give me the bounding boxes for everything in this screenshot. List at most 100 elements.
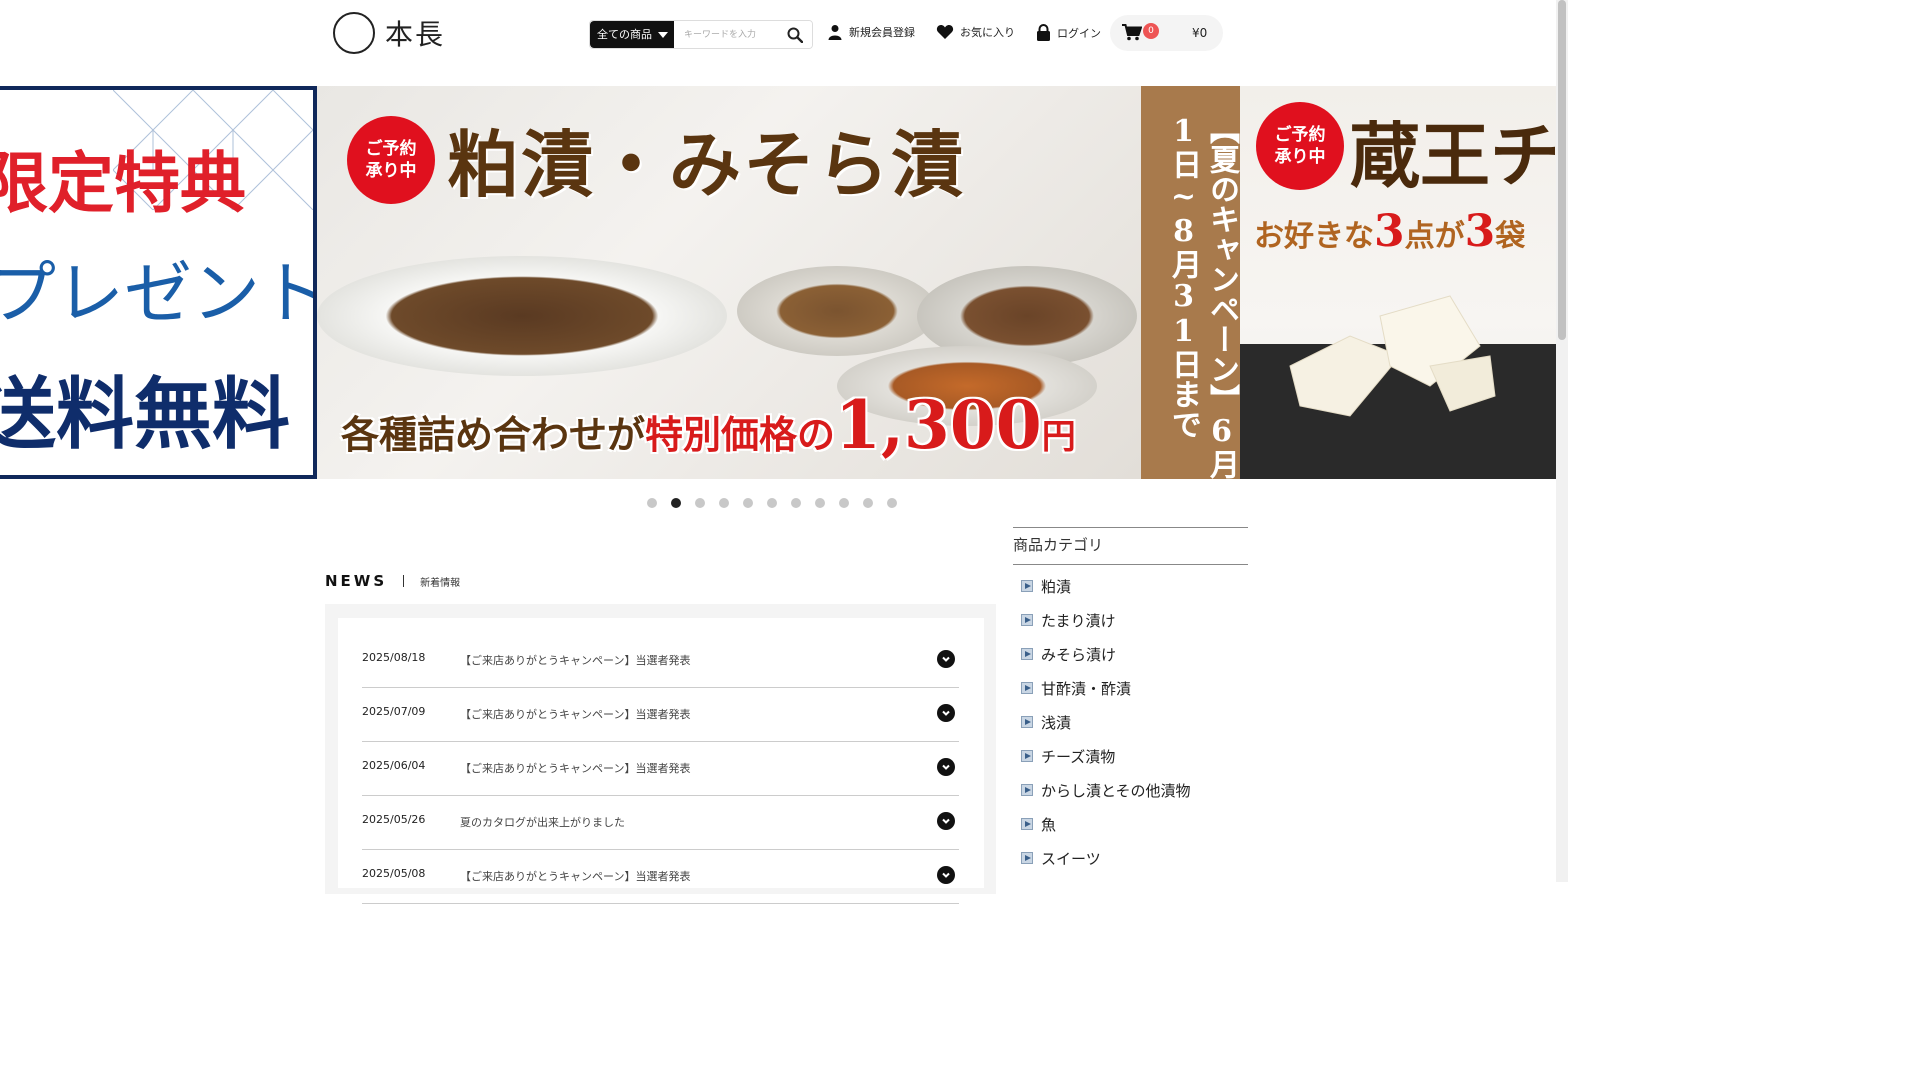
carousel-pagination: [647, 498, 897, 508]
category-label: 魚: [1041, 815, 1057, 834]
category-item[interactable]: 浅漬: [1013, 705, 1248, 739]
chevron-down-icon[interactable]: [937, 812, 955, 830]
food-plate-large: [317, 256, 727, 376]
carousel-dot[interactable]: [671, 498, 681, 508]
slide-kasuzuke[interactable]: ご予約 承り中 粕漬・みそら漬 各種詰め合わせが特別価格の1,300円: [317, 86, 1141, 479]
news-item[interactable]: 2025/07/09 【ご来店ありがとうキャンペーン】当選者発表: [362, 688, 959, 742]
slide-main-title: 粕漬・みそら漬: [447, 122, 966, 207]
news-date: 2025/08/18: [362, 651, 426, 664]
price-unit: 円: [1041, 417, 1076, 457]
search-category-label: 全ての商品: [597, 28, 652, 41]
slide-right-title: 蔵王チ: [1350, 114, 1556, 197]
category-label: 粕漬: [1041, 577, 1072, 596]
cart-icon: [1122, 24, 1142, 41]
category-label: チーズ漬物: [1041, 747, 1116, 766]
carousel-dot[interactable]: [719, 498, 729, 508]
category-item[interactable]: スイーツ: [1013, 841, 1248, 875]
category-item[interactable]: 魚: [1013, 807, 1248, 841]
summer-campaign-banner: 【夏のキャンペーン】6月1日~8月31日まで: [1141, 86, 1240, 479]
chevron-down-icon[interactable]: [937, 866, 955, 884]
play-arrow-icon: [1021, 614, 1033, 626]
slide-right-subtitle: お好きな3点が3袋: [1254, 206, 1525, 257]
play-arrow-icon: [1021, 682, 1033, 694]
user-icon: [828, 25, 842, 40]
favorites-link[interactable]: お気に入り: [936, 24, 1015, 40]
heart-icon: [936, 25, 954, 39]
lock-icon: [1037, 24, 1050, 41]
news-subtitle: 新着情報: [420, 577, 461, 589]
chevron-down-icon[interactable]: [937, 704, 955, 722]
slide-gift-campaign[interactable]: 限定特典 プレゼント 送料無料: [0, 86, 317, 479]
play-arrow-icon: [1021, 580, 1033, 592]
carousel-dot[interactable]: [767, 498, 777, 508]
chevron-down-icon[interactable]: [937, 758, 955, 776]
hero-carousel[interactable]: 限定特典 プレゼント 送料無料 ご予約 承り中 粕漬・みそら漬 各種詰め合わせが…: [0, 86, 1556, 479]
play-arrow-icon: [1021, 818, 1033, 830]
news-item[interactable]: 2025/06/04 【ご来店ありがとうキャンペーン】当選者発表: [362, 742, 959, 796]
carousel-dot[interactable]: [791, 498, 801, 508]
food-plate-small-1: [737, 266, 937, 356]
news-text: 【ご来店ありがとうキャンペーン】当選者発表: [460, 870, 691, 883]
search-icon: [787, 27, 803, 43]
news-item[interactable]: 2025/05/26 夏のカタログが出来上がりました: [362, 796, 959, 850]
play-arrow-icon: [1021, 750, 1033, 762]
news-date: 2025/05/08: [362, 867, 426, 880]
subtitle-c: 点が: [1404, 219, 1465, 254]
news-date: 2025/06/04: [362, 759, 426, 772]
site-header: 本長 全ての商品 新規会員登録 お気に入り ログイ: [0, 0, 1556, 86]
category-item[interactable]: たまり漬け: [1013, 603, 1248, 637]
carousel-dot[interactable]: [815, 498, 825, 508]
play-arrow-icon: [1021, 784, 1033, 796]
search-category-select[interactable]: 全ての商品: [590, 21, 674, 48]
subtitle-d: 3: [1464, 206, 1496, 257]
reservation-badge-right: ご予約 承り中: [1256, 102, 1344, 190]
news-title: NEWS: [325, 572, 388, 590]
category-label: 甘酢漬・酢漬: [1041, 679, 1132, 698]
register-label: 新規会員登録: [849, 26, 915, 39]
login-link[interactable]: ログイン: [1036, 24, 1101, 41]
scrollbar-thumb[interactable]: [1558, 0, 1566, 340]
carousel-dot[interactable]: [839, 498, 849, 508]
register-link[interactable]: 新規会員登録: [827, 24, 915, 40]
category-label: からし漬とその他漬物: [1041, 781, 1191, 800]
logo-text: 本長: [385, 18, 446, 51]
badge-line1: ご予約: [365, 139, 417, 159]
price-value: 1,300: [835, 386, 1042, 464]
slide-zao-cheese[interactable]: ご予約 承り中 蔵王チ お好きな3点が3袋: [1240, 86, 1556, 479]
news-text: 【ご来店ありがとうキャンペーン】当選者発表: [460, 762, 691, 775]
play-arrow-icon: [1021, 716, 1033, 728]
carousel-dot[interactable]: [863, 498, 873, 508]
site-logo[interactable]: 本長: [333, 12, 445, 54]
carousel-dot[interactable]: [887, 498, 897, 508]
category-label: みそら漬け: [1041, 645, 1117, 664]
page-scrollbar[interactable]: [1556, 0, 1568, 882]
category-title: 商品カテゴリ: [1013, 527, 1248, 565]
slide-left-line1: 限定特典: [0, 144, 246, 222]
category-sidebar: 商品カテゴリ 粕漬たまり漬けみそら漬け甘酢漬・酢漬浅漬チーズ漬物からし漬とその他…: [1013, 527, 1248, 875]
category-item[interactable]: みそら漬け: [1013, 637, 1248, 671]
play-arrow-icon: [1021, 648, 1033, 660]
carousel-dot[interactable]: [743, 498, 753, 508]
price-label: 特別価格の: [645, 412, 836, 457]
carousel-dot[interactable]: [647, 498, 657, 508]
cart-total: ¥0: [1192, 26, 1208, 40]
news-item[interactable]: 2025/05/08 【ご来店ありがとうキャンペーン】当選者発表: [362, 850, 959, 904]
slide-left-line2: プレゼント: [0, 255, 317, 334]
subtitle-a: お好きな: [1254, 219, 1374, 254]
subtitle-e: 袋: [1495, 219, 1526, 254]
category-item[interactable]: からし漬とその他漬物: [1013, 773, 1248, 807]
news-item[interactable]: 2025/08/18 【ご来店ありがとうキャンペーン】当選者発表: [362, 634, 959, 688]
login-label: ログイン: [1057, 26, 1101, 40]
price-prefix: 各種詰め合わせが: [341, 412, 646, 457]
news-date: 2025/07/09: [362, 705, 426, 718]
search-input[interactable]: [674, 21, 778, 48]
category-item[interactable]: 粕漬: [1013, 569, 1248, 603]
play-arrow-icon: [1021, 852, 1033, 864]
slide-main-price: 各種詰め合わせが特別価格の1,300円: [341, 386, 1076, 464]
category-item[interactable]: チーズ漬物: [1013, 739, 1248, 773]
search-button[interactable]: [778, 21, 812, 48]
chevron-down-icon[interactable]: [937, 650, 955, 668]
news-text: 夏のカタログが出来上がりました: [460, 816, 625, 829]
category-item[interactable]: 甘酢漬・酢漬: [1013, 671, 1248, 705]
carousel-dot[interactable]: [695, 498, 705, 508]
